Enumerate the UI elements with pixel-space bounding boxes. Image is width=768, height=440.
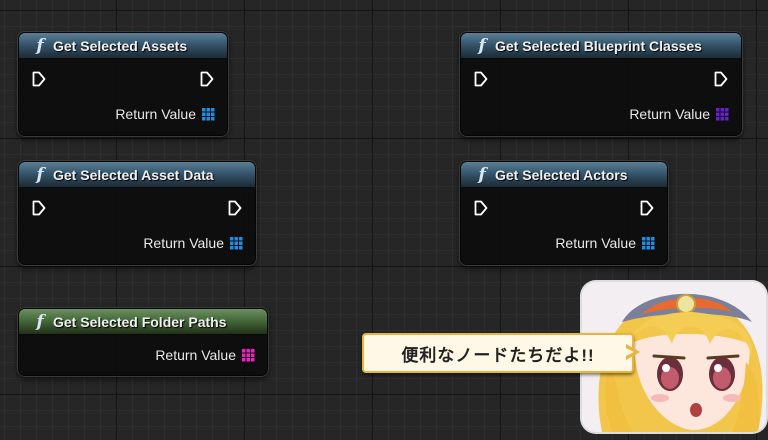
return-value-label: Return Value <box>143 235 224 251</box>
exec-in-pin[interactable] <box>32 71 46 87</box>
node-get-selected-blueprint-classes[interactable]: f Get Selected Blueprint Classes Return … <box>460 32 742 136</box>
array-pin-cell <box>251 353 255 357</box>
return-value-label: Return Value <box>155 347 236 363</box>
array-pin-cell <box>202 112 206 116</box>
array-pin-cell <box>230 241 234 245</box>
array-pin-icon[interactable] <box>242 348 255 362</box>
array-pin-cell <box>646 241 650 245</box>
node-get-selected-actors[interactable]: f Get Selected Actors Return Value <box>460 161 668 265</box>
array-pin-cell <box>646 236 650 240</box>
array-pin-cell <box>242 353 246 357</box>
array-pin-cell <box>202 107 206 111</box>
array-pin-cell <box>211 112 215 116</box>
array-pin-icon[interactable] <box>716 107 729 121</box>
exec-in-pin[interactable] <box>32 200 46 216</box>
exec-out-pin[interactable] <box>200 71 214 87</box>
array-pin-cell <box>646 245 650 249</box>
exec-in-pin[interactable] <box>474 200 488 216</box>
array-pin-cell <box>251 348 255 352</box>
return-value-row: Return Value <box>115 106 215 122</box>
array-pin-cell <box>242 357 246 361</box>
speech-bubble: 便利なノードたちだよ!! <box>362 333 634 373</box>
node-get-selected-asset-data[interactable]: f Get Selected Asset Data Return Value <box>18 161 256 265</box>
exec-out-pin[interactable] <box>714 71 728 87</box>
function-icon: f <box>36 35 44 56</box>
speech-bubble-tail-inner <box>624 347 634 357</box>
array-pin-icon[interactable] <box>202 107 215 121</box>
array-pin-cell <box>716 116 720 120</box>
array-pin-cell <box>651 245 655 249</box>
node-title: Get Selected Blueprint Classes <box>495 37 702 54</box>
exec-out-pin[interactable] <box>228 200 242 216</box>
node-get-selected-folder-paths[interactable]: f Get Selected Folder Paths Return Value <box>18 308 268 376</box>
array-pin-cell <box>246 357 250 361</box>
array-pin-icon[interactable] <box>230 236 243 250</box>
node-title: Get Selected Actors <box>495 166 628 183</box>
node-title: Get Selected Asset Data <box>53 166 214 183</box>
node-header[interactable]: f Get Selected Blueprint Classes <box>461 33 741 59</box>
array-pin-cell <box>251 357 255 361</box>
array-pin-cell <box>725 116 729 120</box>
exec-out-pin[interactable] <box>640 200 654 216</box>
function-icon: f <box>36 311 44 332</box>
node-header[interactable]: f Get Selected Actors <box>461 162 667 188</box>
return-value-label: Return Value <box>555 235 636 251</box>
node-header[interactable]: f Get Selected Assets <box>19 33 227 59</box>
array-pin-cell <box>242 348 246 352</box>
array-pin-icon[interactable] <box>642 236 655 250</box>
exec-in-pin[interactable] <box>474 71 488 87</box>
node-header[interactable]: f Get Selected Asset Data <box>19 162 255 188</box>
return-value-row: Return Value <box>555 235 655 251</box>
array-pin-cell <box>202 116 206 120</box>
node-get-selected-assets[interactable]: f Get Selected Assets Return Value <box>18 32 228 136</box>
array-pin-cell <box>725 107 729 111</box>
array-pin-cell <box>239 236 243 240</box>
function-icon: f <box>478 164 486 185</box>
array-pin-cell <box>725 112 729 116</box>
return-value-label: Return Value <box>629 106 710 122</box>
array-pin-cell <box>642 236 646 240</box>
array-pin-cell <box>239 245 243 249</box>
function-icon: f <box>36 164 44 185</box>
array-pin-cell <box>716 112 720 116</box>
return-value-row: Return Value <box>155 347 255 363</box>
array-pin-cell <box>211 116 215 120</box>
array-pin-cell <box>720 107 724 111</box>
array-pin-cell <box>642 245 646 249</box>
array-pin-cell <box>234 241 238 245</box>
array-pin-cell <box>234 245 238 249</box>
return-value-row: Return Value <box>143 235 243 251</box>
array-pin-cell <box>206 116 210 120</box>
array-pin-cell <box>234 236 238 240</box>
node-title: Get Selected Assets <box>53 37 188 54</box>
array-pin-cell <box>246 348 250 352</box>
array-pin-cell <box>206 107 210 111</box>
array-pin-cell <box>642 241 646 245</box>
array-pin-cell <box>651 241 655 245</box>
return-value-label: Return Value <box>115 106 196 122</box>
array-pin-cell <box>206 112 210 116</box>
array-pin-cell <box>720 112 724 116</box>
array-pin-cell <box>246 353 250 357</box>
return-value-row: Return Value <box>629 106 729 122</box>
array-pin-cell <box>716 107 720 111</box>
array-pin-cell <box>720 116 724 120</box>
function-icon: f <box>478 35 486 56</box>
array-pin-cell <box>239 241 243 245</box>
array-pin-cell <box>230 245 234 249</box>
array-pin-cell <box>211 107 215 111</box>
array-pin-cell <box>230 236 234 240</box>
node-header[interactable]: f Get Selected Folder Paths <box>19 309 267 335</box>
speech-text: 便利なノードたちだよ!! <box>401 345 595 365</box>
array-pin-cell <box>651 236 655 240</box>
node-title: Get Selected Folder Paths <box>53 313 227 330</box>
